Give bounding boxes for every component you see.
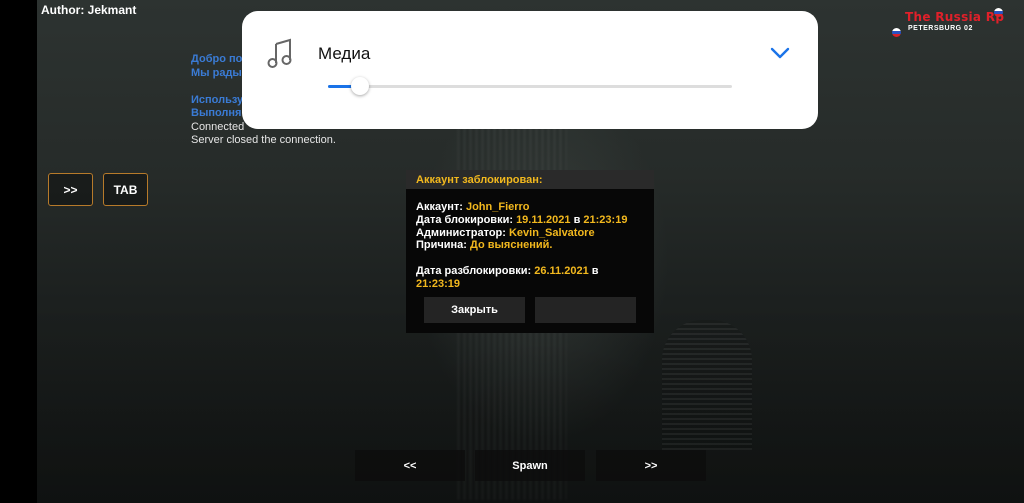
background-building	[662, 320, 752, 450]
block-time-value: 21:23:19	[583, 213, 628, 226]
author-label: Author: Jekmant	[41, 3, 137, 17]
unblock-date-row: Дата разблокировки: 26.11.2021 в 21:23:1…	[416, 265, 644, 291]
account-value: John_Fierro	[465, 201, 530, 213]
music-note-icon	[266, 38, 294, 73]
dialog-body: Аккаунт: John_Fierro Дата блокировки: 19…	[406, 189, 654, 291]
chevron-down-icon[interactable]	[770, 46, 790, 65]
admin-label: Администратор:	[416, 226, 506, 239]
admin-row: Администратор: Kevin_Salvatore	[416, 227, 644, 240]
reason-value: До выяснений.	[470, 239, 553, 252]
in-word: в	[591, 265, 599, 278]
server-logo: The Russia Rp PETERSBURG 02	[890, 8, 1010, 40]
unblock-date-label: Дата разблокировки:	[416, 265, 532, 278]
game-screen: Author: Jekmant The Russia Rp PETERSBURG…	[0, 0, 1024, 503]
logo-title: The Russia Rp	[905, 10, 1005, 24]
flag-icon	[892, 28, 901, 37]
next-page-button[interactable]: >>	[48, 173, 93, 206]
admin-value: Kevin_Salvatore	[508, 226, 595, 239]
reason-label: Причина:	[416, 239, 467, 252]
account-label: Аккаунт:	[416, 201, 463, 213]
in-word: в	[573, 213, 581, 226]
unblock-date-value: 26.11.2021	[534, 265, 589, 278]
reason-row: Причина: До выяснений.	[416, 239, 644, 252]
volume-slider-thumb[interactable]	[351, 77, 370, 95]
secondary-dialog-button[interactable]	[535, 297, 636, 323]
media-title: Медиа	[318, 44, 371, 63]
close-button[interactable]: Закрыть	[424, 297, 525, 323]
tab-button[interactable]: TAB	[103, 173, 148, 206]
media-volume-panel: Медиа	[242, 11, 818, 129]
previous-skin-button[interactable]: <<	[355, 450, 465, 481]
account-blocked-dialog: Аккаунт заблокирован: Аккаунт: John_Fier…	[406, 170, 654, 333]
unblock-time-value: 21:23:19	[416, 277, 461, 290]
chat-line: Server closed the connection.	[191, 134, 336, 146]
block-date-label: Дата блокировки:	[416, 213, 513, 226]
dialog-title: Аккаунт заблокирован:	[406, 170, 654, 189]
next-skin-button[interactable]: >>	[596, 450, 706, 481]
volume-slider[interactable]	[328, 77, 732, 95]
block-date-row: Дата блокировки: 19.11.2021 в 21:23:19	[416, 214, 644, 227]
spawn-button[interactable]: Spawn	[475, 450, 585, 481]
block-date-value: 19.11.2021	[516, 213, 571, 226]
logo-subtitle: PETERSBURG 02	[908, 25, 973, 32]
account-row: Аккаунт: John_Fierro	[416, 201, 644, 214]
